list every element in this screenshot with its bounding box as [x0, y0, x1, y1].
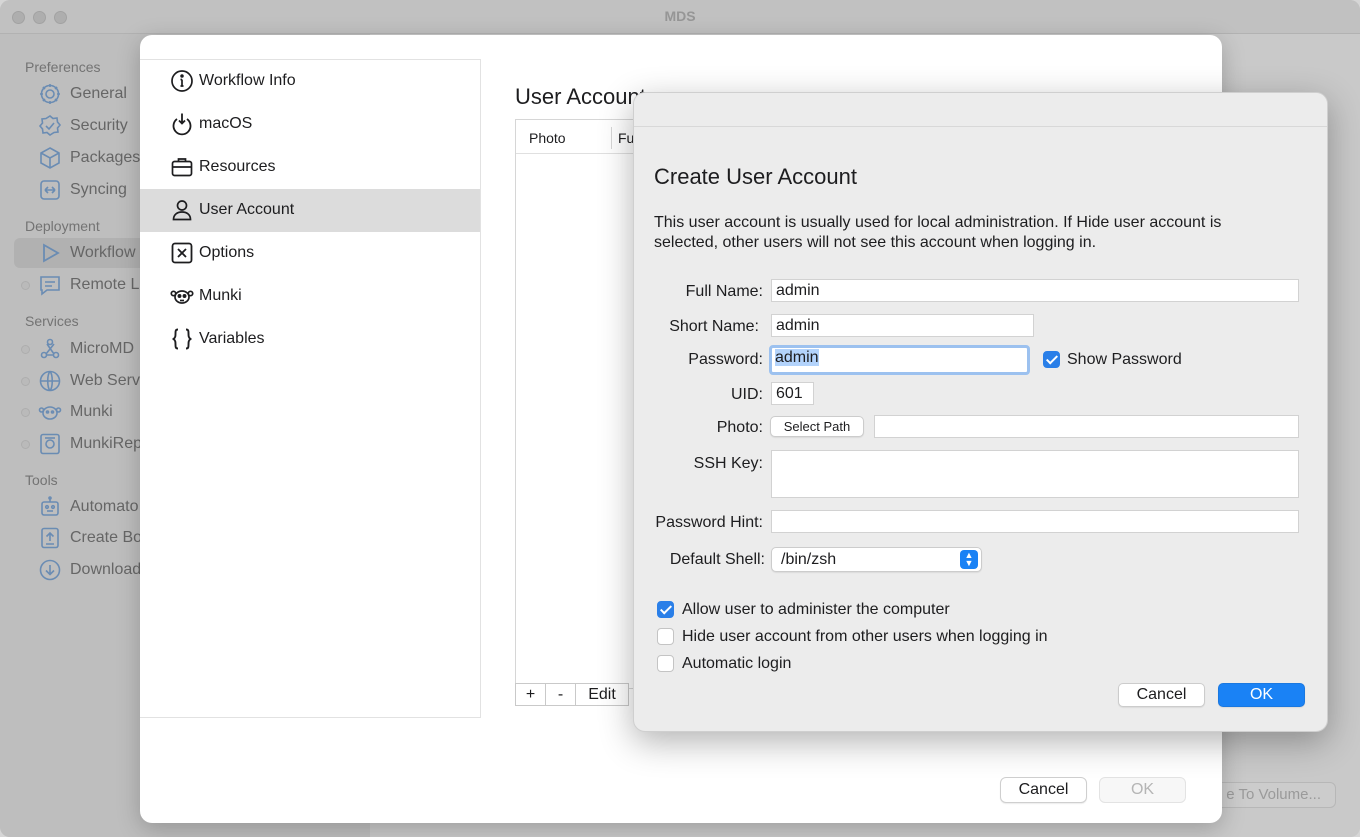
section-title: User Account — [515, 84, 646, 109]
dialog-title: Create User Account — [654, 164, 857, 189]
select-path-button[interactable]: Select Path — [770, 416, 864, 437]
column-header-photo[interactable]: Photo — [529, 130, 566, 146]
person-icon — [172, 200, 192, 221]
dialog-top-bar — [634, 93, 1327, 127]
munki-icon — [170, 290, 194, 304]
hide-account-label[interactable]: Hide user account from other users when … — [682, 628, 1048, 646]
workflow-nav-label: Workflow Info — [199, 72, 296, 89]
workflow-nav-label: User Account — [199, 201, 295, 218]
chevron-up-down-icon: ▲ ▼ — [960, 550, 978, 569]
full-name-field[interactable]: admin — [771, 279, 1299, 302]
password-hint-label: Password Hint: — [655, 514, 763, 531]
briefcase-icon — [171, 158, 193, 177]
show-password-label[interactable]: Show Password — [1067, 351, 1182, 369]
password-field[interactable]: admin — [769, 345, 1030, 375]
workflow-nav-macos[interactable]: macOS — [140, 103, 480, 146]
dialog-cancel-button[interactable]: Cancel — [1118, 683, 1205, 707]
automatic-login-label[interactable]: Automatic login — [682, 655, 791, 673]
allow-admin-label[interactable]: Allow user to administer the computer — [682, 601, 950, 619]
remove-user-button[interactable]: - — [546, 684, 576, 705]
uid-label: UID: — [731, 386, 763, 403]
workflow-nav-label: Variables — [199, 330, 265, 347]
workflow-nav-variables[interactable]: Variables — [140, 318, 480, 361]
create-user-dialog: Create User Account This user account is… — [633, 92, 1328, 732]
braces-icon — [171, 328, 193, 350]
workflow-nav-resources[interactable]: Resources — [140, 146, 480, 189]
automatic-login-checkbox[interactable] — [657, 655, 674, 672]
short-name-label: Short Name: — [669, 318, 759, 335]
photo-label: Photo: — [716, 419, 763, 436]
edit-user-button[interactable]: Edit — [576, 684, 628, 705]
dialog-description: This user account is usually used for lo… — [654, 214, 1222, 251]
dialog-ok-button[interactable]: OK — [1218, 683, 1305, 707]
photo-path-field[interactable] — [874, 415, 1299, 438]
default-shell-label: Default Shell: — [669, 551, 765, 568]
workflow-nav-munki[interactable]: Munki — [140, 275, 480, 318]
user-accounts-table[interactable]: Photo Full Name — [515, 119, 635, 689]
password-hint-field[interactable] — [771, 510, 1299, 533]
add-user-button[interactable]: + — [516, 684, 546, 705]
info-circle-icon — [171, 70, 193, 92]
workflow-nav-user-account[interactable]: User Account — [140, 189, 480, 232]
uid-field[interactable]: 601 — [771, 382, 814, 405]
workflow-nav-info[interactable]: Workflow Info — [140, 60, 480, 103]
ssh-key-field[interactable] — [771, 450, 1299, 498]
workflow-nav-label: Munki — [199, 287, 242, 304]
hide-account-checkbox[interactable] — [657, 628, 674, 645]
workflow-nav: Workflow Info macOS Resources User Accou… — [140, 59, 481, 718]
x-square-icon — [171, 242, 193, 264]
workflow-nav-label: Resources — [199, 158, 276, 175]
workflow-nav-options[interactable]: Options — [140, 232, 480, 275]
default-shell-select[interactable]: /bin/zsh ▲ ▼ — [771, 547, 982, 572]
table-buttons: + - Edit — [515, 683, 629, 706]
workflow-ok-button[interactable]: OK — [1099, 777, 1186, 803]
column-divider — [611, 127, 612, 149]
default-shell-value: /bin/zsh — [781, 551, 837, 568]
table-header: Photo Full Name — [516, 120, 634, 154]
workflow-nav-label: macOS — [199, 115, 253, 132]
macos-download-icon — [172, 113, 192, 136]
workflow-cancel-button[interactable]: Cancel — [1000, 777, 1087, 803]
password-value: admin — [775, 349, 819, 366]
ssh-key-label: SSH Key: — [693, 455, 763, 472]
allow-admin-checkbox[interactable] — [657, 601, 674, 618]
show-password-checkbox[interactable] — [1043, 351, 1060, 368]
full-name-label: Full Name: — [685, 283, 763, 300]
workflow-nav-label: Options — [199, 244, 255, 261]
short-name-field[interactable]: admin — [771, 314, 1034, 337]
password-label: Password: — [688, 351, 763, 368]
